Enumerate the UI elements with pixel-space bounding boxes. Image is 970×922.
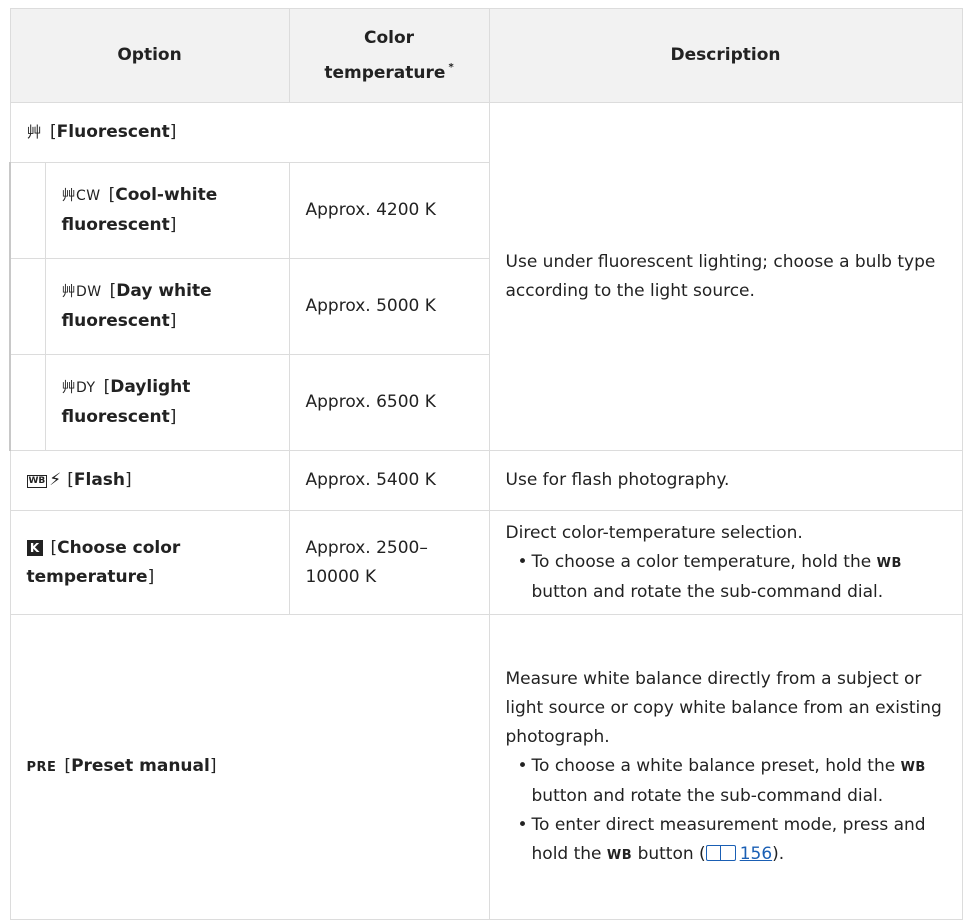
- day-white-option-cell: ⾋DW [Day white fluorescent]: [44, 258, 290, 355]
- daylight-temp-text: Approx. 6500 K: [305, 392, 436, 412]
- header-option-label: Option: [117, 45, 182, 65]
- kelvin-icon: K: [26, 539, 43, 556]
- preset-manual-icon: PRE: [26, 760, 57, 775]
- kelvin-temp-l1: Approx. 2500–: [305, 537, 428, 558]
- preset-bullet1-pre: To choose a white balance preset, hold t…: [531, 755, 901, 776]
- sub-row-indent: [9, 354, 46, 451]
- table-row: WB ⚡ [Flash] Approx. 5400 K Use for flash …: [9, 450, 963, 511]
- preset-description-text: Measure white balance directly from a su…: [505, 668, 942, 747]
- fluorescent-option-cell: ⾋ [Fluorescent]: [9, 102, 490, 163]
- day-white-temp: Approx. 5000 K: [288, 258, 490, 355]
- page-reference-number: 156: [739, 843, 773, 864]
- kelvin-temp: Approx. 2500– 10000 K: [288, 510, 490, 615]
- cool-white-label-l2: fluorescent: [61, 215, 170, 235]
- fluorescent-dw-icon: ⾋DW: [61, 284, 102, 300]
- flash-option-cell: WB ⚡ [Flash]: [9, 450, 290, 511]
- wb-button-label: WB: [900, 759, 926, 775]
- flash-wb-icon: WB ⚡: [26, 470, 62, 490]
- cool-white-label-l1: Cool-white: [115, 185, 218, 205]
- header-row: Option Color temperature * Description: [9, 8, 963, 103]
- header-description-label: Description: [670, 45, 781, 65]
- kelvin-label-l1: Choose color: [57, 537, 181, 558]
- fluorescent-cw-icon: ⾋CW: [61, 188, 101, 204]
- fluorescent-icon: ⾋: [26, 123, 43, 141]
- day-white-temp-text: Approx. 5000 K: [305, 296, 436, 316]
- kelvin-option-cell: K [Choose color temperature]: [9, 510, 290, 615]
- kelvin-bullet-pre: To choose a color temperature, hold the: [531, 551, 877, 572]
- flash-temp: Approx. 5400 K: [288, 450, 490, 511]
- preset-bullet2-end: ).: [772, 843, 785, 864]
- wb-button-label: WB: [606, 847, 633, 863]
- daylight-option-cell: ⾋DY [Daylight fluorescent]: [44, 354, 290, 451]
- list-item: To enter direct measurement mode, press …: [518, 811, 946, 870]
- flash-label: Flash: [73, 470, 126, 490]
- fluorescent-dy-icon: ⾋DY: [61, 380, 96, 396]
- footnote-marker: *: [448, 61, 454, 73]
- table-row: K [Choose color temperature] Approx. 2500–…: [9, 510, 963, 615]
- flash-description: Use for flash photography.: [488, 450, 963, 511]
- day-white-label-l2: fluorescent: [61, 311, 170, 331]
- flash-temp-text: Approx. 5400 K: [305, 470, 436, 490]
- cool-white-temp-text: Approx. 4200 K: [305, 200, 436, 220]
- book-icon: [705, 844, 736, 861]
- fluorescent-description: Use under fluorescent lighting; choose a…: [488, 102, 963, 451]
- header-color-temperature-line1: Color: [363, 27, 415, 48]
- header-color-temperature-line2-wrap: temperature *: [300, 53, 479, 88]
- flash-description-text: Use for flash photography.: [505, 470, 730, 490]
- header-description: Description: [488, 8, 963, 103]
- kelvin-description-text: Direct color-temperature selection.: [505, 522, 803, 543]
- preset-description: Measure white balance directly from a su…: [488, 614, 963, 920]
- list-item: To choose a white balance preset, hold t…: [518, 752, 946, 811]
- daylight-label-l2: fluorescent: [61, 407, 170, 427]
- page-reference-link[interactable]: 156: [705, 843, 773, 864]
- wb-button-label: WB: [876, 555, 902, 571]
- preset-label: Preset manual: [71, 756, 210, 776]
- header-color-temperature-line2: temperature: [324, 62, 446, 83]
- kelvin-description: Direct color-temperature selection. To c…: [488, 510, 963, 615]
- daylight-temp: Approx. 6500 K: [288, 354, 490, 451]
- table-row: PRE [Preset manual] Measure white balance…: [9, 614, 963, 920]
- kelvin-temp-l2: 10000 K: [305, 566, 377, 587]
- sub-row-indent: [9, 162, 46, 259]
- daylight-label-l1: Daylight: [110, 377, 191, 397]
- table-row: ⾋ [Fluorescent] Use under fluorescent lig…: [9, 102, 963, 451]
- fluorescent-description-text: Use under fluorescent lighting; choose a…: [505, 251, 936, 301]
- header-color-temperature: Color temperature *: [288, 8, 490, 103]
- kelvin-label-l2: temperature: [26, 566, 148, 587]
- list-item: To choose a color temperature, hold the …: [518, 548, 946, 607]
- day-white-label-l1: Day white: [116, 281, 212, 301]
- sub-row-indent: [9, 258, 46, 355]
- kelvin-bullet-post: button and rotate the sub-command dial.: [531, 581, 884, 602]
- header-option: Option: [9, 8, 290, 103]
- fluorescent-label: Fluorescent: [56, 122, 170, 142]
- preset-bullet2-mid: button (: [632, 843, 706, 864]
- white-balance-table: Option Color temperature * Description ⾋[…: [9, 8, 963, 920]
- preset-bullet1-post: button and rotate the sub-command dial.: [531, 785, 884, 806]
- cool-white-option-cell: ⾋CW [Cool-white fluorescent]: [44, 162, 290, 259]
- preset-option-cell: PRE [Preset manual]: [9, 614, 490, 920]
- preset-bullets: To choose a white balance preset, hold t…: [506, 752, 946, 870]
- cool-white-temp: Approx. 4200 K: [288, 162, 490, 259]
- kelvin-bullets: To choose a color temperature, hold the …: [506, 548, 946, 607]
